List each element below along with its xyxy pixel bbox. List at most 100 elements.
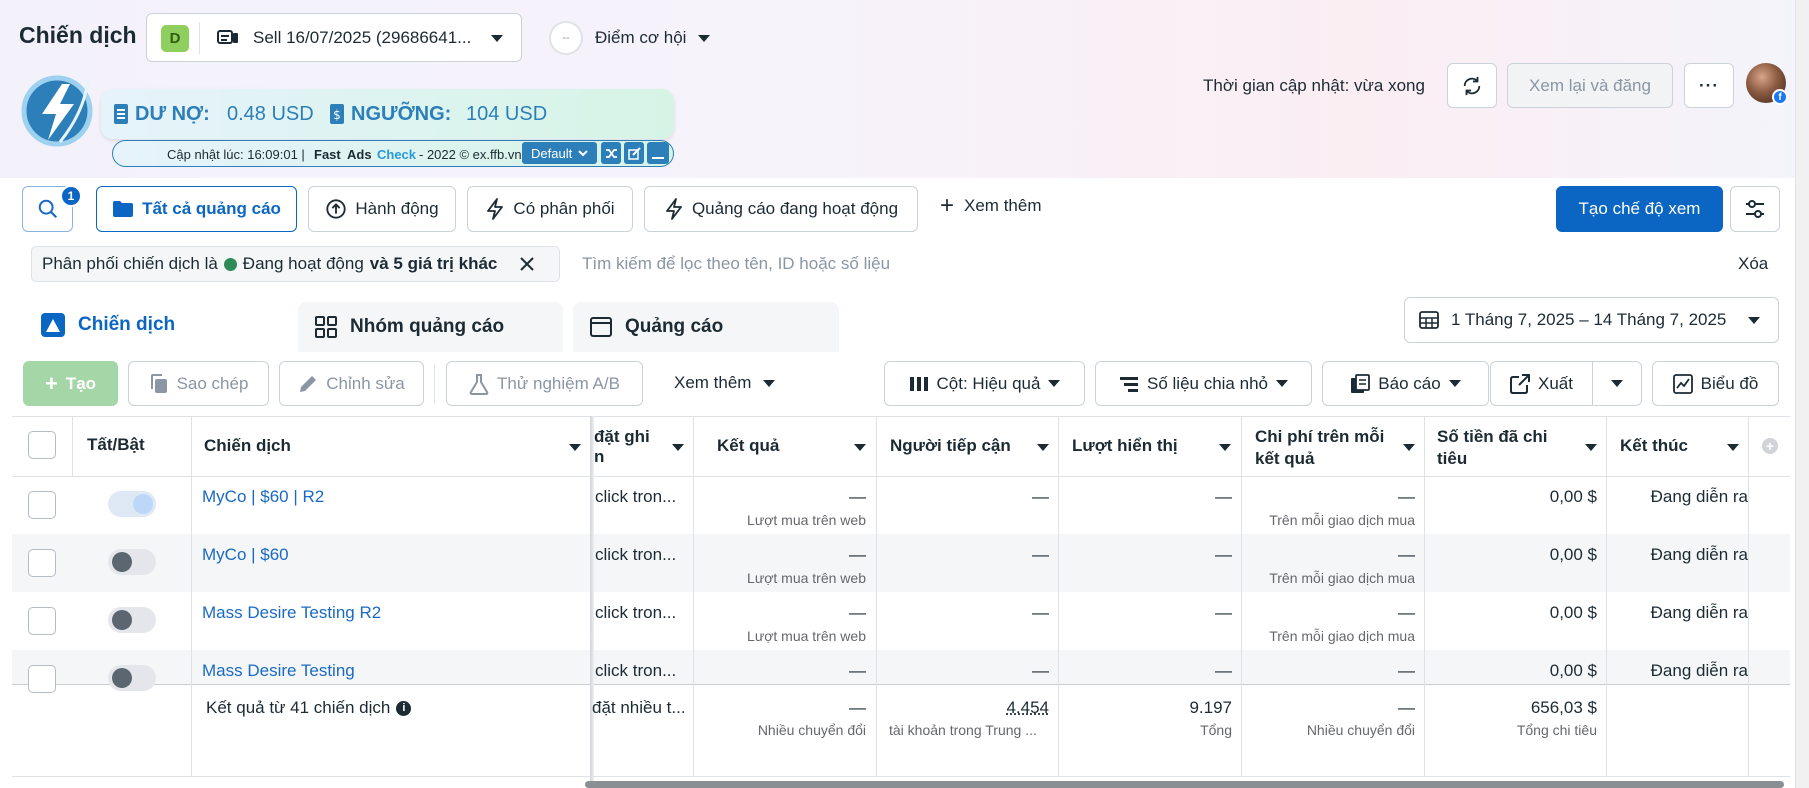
- campaign-name-link[interactable]: MyCo | $60: [202, 545, 582, 565]
- ab-test-label: Thử nghiệm A/B: [497, 373, 620, 393]
- adscheck-shuffle-button[interactable]: [601, 142, 621, 164]
- all-ads-button[interactable]: Tất cả quảng cáo: [96, 186, 297, 232]
- row-checkbox[interactable]: [28, 549, 56, 577]
- column-header-impressions[interactable]: Lượt hiển thị: [1072, 436, 1178, 456]
- active-ads-button[interactable]: Quảng cáo đang hoạt động: [644, 186, 918, 232]
- create-view-button[interactable]: Tạo chế độ xem: [1556, 186, 1723, 232]
- sliders-icon: [1746, 200, 1764, 218]
- sort-icon[interactable]: [1219, 444, 1231, 451]
- summary-reach-sub: tài khoản trong Trung ...: [889, 722, 1037, 738]
- select-all-checkbox[interactable]: [28, 431, 56, 459]
- filter-chip[interactable]: Phân phối chiến dịch là Đang hoạt động v…: [31, 246, 560, 282]
- tab-ads[interactable]: Quảng cáo: [573, 302, 839, 352]
- clear-filters-link[interactable]: Xóa: [1738, 254, 1768, 274]
- chevron-down-icon: [578, 150, 588, 157]
- page-scrollbar[interactable]: [1795, 0, 1809, 788]
- debt-label: DƯ NỢ:: [135, 103, 210, 125]
- adscheck-minimize-button[interactable]: [647, 142, 669, 164]
- ends-value: Đang diễn ra: [1650, 487, 1748, 506]
- chart-button[interactable]: Biểu đồ: [1652, 361, 1779, 406]
- sort-icon[interactable]: [1727, 444, 1739, 451]
- tab-ad-sets[interactable]: Nhóm quảng cáo: [298, 302, 563, 352]
- horizontal-scrollbar[interactable]: [585, 781, 1784, 788]
- row-checkbox[interactable]: [28, 491, 56, 519]
- see-more-actions-button[interactable]: Xem thêm: [674, 373, 776, 393]
- adscheck-logo: [18, 72, 96, 150]
- tab-campaigns[interactable]: Chiến dịch: [22, 298, 288, 352]
- campaign-toggle[interactable]: [108, 549, 156, 575]
- table-row[interactable]: Mass Desire Testing R2 click tron... — L…: [12, 592, 1790, 650]
- campaign-name-link[interactable]: Mass Desire Testing R2: [202, 603, 582, 623]
- opportunity-score[interactable]: -- Điểm cơ hội: [549, 18, 719, 58]
- actions-button[interactable]: Hành động: [308, 186, 456, 232]
- column-header-toggle[interactable]: Tất/Bật: [87, 435, 145, 455]
- dollar-document-icon: $: [330, 104, 344, 124]
- account-selector[interactable]: D Sell 16/07/2025 (29686641...: [146, 13, 522, 62]
- reach-value: —: [1032, 545, 1049, 564]
- more-options-button[interactable]: ···: [1684, 63, 1734, 108]
- campaign-name-link[interactable]: MyCo | $60 | R2: [202, 487, 582, 507]
- date-range-picker[interactable]: 1 Tháng 7, 2025 – 14 Tháng 7, 2025: [1404, 297, 1779, 343]
- row-checkbox[interactable]: [28, 607, 56, 635]
- column-header-attribution[interactable]: đặt ghi n: [594, 427, 654, 467]
- table-row[interactable]: MyCo | $60 click tron... — Lượt mua trên…: [12, 534, 1790, 592]
- refresh-icon: [1463, 76, 1481, 95]
- close-icon[interactable]: [519, 256, 535, 272]
- reports-button[interactable]: Báo cáo: [1322, 361, 1489, 406]
- column-header-campaign[interactable]: Chiến dịch: [204, 436, 291, 456]
- svg-text:$: $: [333, 108, 341, 122]
- add-column-icon[interactable]: +: [1762, 438, 1778, 454]
- results-value: —: [849, 545, 866, 564]
- amount-spent-value: 0,00 $: [1549, 603, 1597, 622]
- amount-spent-value: 0,00 $: [1549, 661, 1597, 680]
- column-header-results[interactable]: Kết quả: [717, 436, 779, 456]
- columns-button[interactable]: Cột: Hiệu quả: [884, 361, 1085, 406]
- column-header-amount-spent[interactable]: Số tiền đã chi tiêu: [1437, 426, 1548, 470]
- sort-icon[interactable]: [672, 444, 684, 451]
- chart-icon: [1672, 373, 1693, 394]
- summary-reach[interactable]: 4.454: [882, 698, 1049, 718]
- sort-icon[interactable]: [1403, 444, 1415, 451]
- filter-chip-status: Đang hoạt động: [242, 254, 364, 273]
- edit-button[interactable]: Chỉnh sửa: [279, 361, 424, 406]
- campaign-name-link[interactable]: Mass Desire Testing: [202, 661, 582, 681]
- export-options-button[interactable]: [1592, 361, 1642, 406]
- column-header-reach[interactable]: Người tiếp cận: [890, 436, 1011, 456]
- results-sub: Lượt mua trên web: [747, 512, 866, 528]
- adscheck-panel: DƯ NỢ: 0.48 USD $ NGƯỠNG: 104 USD: [101, 89, 674, 139]
- column-header-ends[interactable]: Kết thúc: [1620, 436, 1688, 456]
- results-sub: Lượt mua trên web: [747, 570, 866, 586]
- export-button[interactable]: Xuất: [1490, 361, 1593, 406]
- filter-search-input[interactable]: Tìm kiếm để lọc theo tên, ID hoặc số liệ…: [582, 254, 890, 274]
- chevron-down-icon: [1448, 380, 1461, 387]
- campaign-toggle[interactable]: [108, 607, 156, 633]
- delivering-button[interactable]: Có phân phối: [467, 186, 633, 232]
- duplicate-button[interactable]: Sao chép: [128, 361, 269, 406]
- columns-icon: [909, 376, 928, 391]
- threshold-value: 104 USD: [466, 103, 548, 125]
- campaign-toggle[interactable]: [108, 491, 156, 517]
- summary-spent-sub: Tổng chi tiêu: [1516, 722, 1597, 738]
- sort-icon[interactable]: [569, 444, 581, 451]
- view-settings-button[interactable]: [1730, 186, 1780, 232]
- sort-icon[interactable]: [1037, 444, 1049, 451]
- see-more-filters-button[interactable]: + Xem thêm: [940, 194, 1042, 218]
- refresh-button[interactable]: [1447, 63, 1497, 108]
- cpr-header-line2: kết quả: [1255, 449, 1315, 468]
- create-button[interactable]: + Tạo: [23, 361, 118, 406]
- adscheck-mode-select[interactable]: Default: [522, 142, 597, 164]
- divider: [12, 776, 1790, 777]
- sort-icon[interactable]: [854, 444, 866, 451]
- avatar[interactable]: f: [1746, 63, 1788, 105]
- adscheck-edit-button[interactable]: [624, 142, 644, 164]
- review-publish-button[interactable]: Xem lại và đăng: [1507, 63, 1673, 108]
- table-row[interactable]: MyCo | $60 | R2 click tron... — Lượt mua…: [12, 476, 1790, 534]
- ad-icon: [590, 317, 612, 337]
- toggle-knob: [112, 668, 132, 688]
- opportunity-score-label: Điểm cơ hội: [595, 28, 687, 47]
- column-header-cost-per-result[interactable]: Chi phí trên mỗi kết quả: [1255, 426, 1384, 470]
- ab-test-button[interactable]: Thử nghiệm A/B: [446, 361, 643, 406]
- info-icon[interactable]: i: [396, 700, 412, 716]
- sort-icon[interactable]: [1585, 444, 1597, 451]
- breakdown-button[interactable]: Số liệu chia nhỏ: [1095, 361, 1312, 406]
